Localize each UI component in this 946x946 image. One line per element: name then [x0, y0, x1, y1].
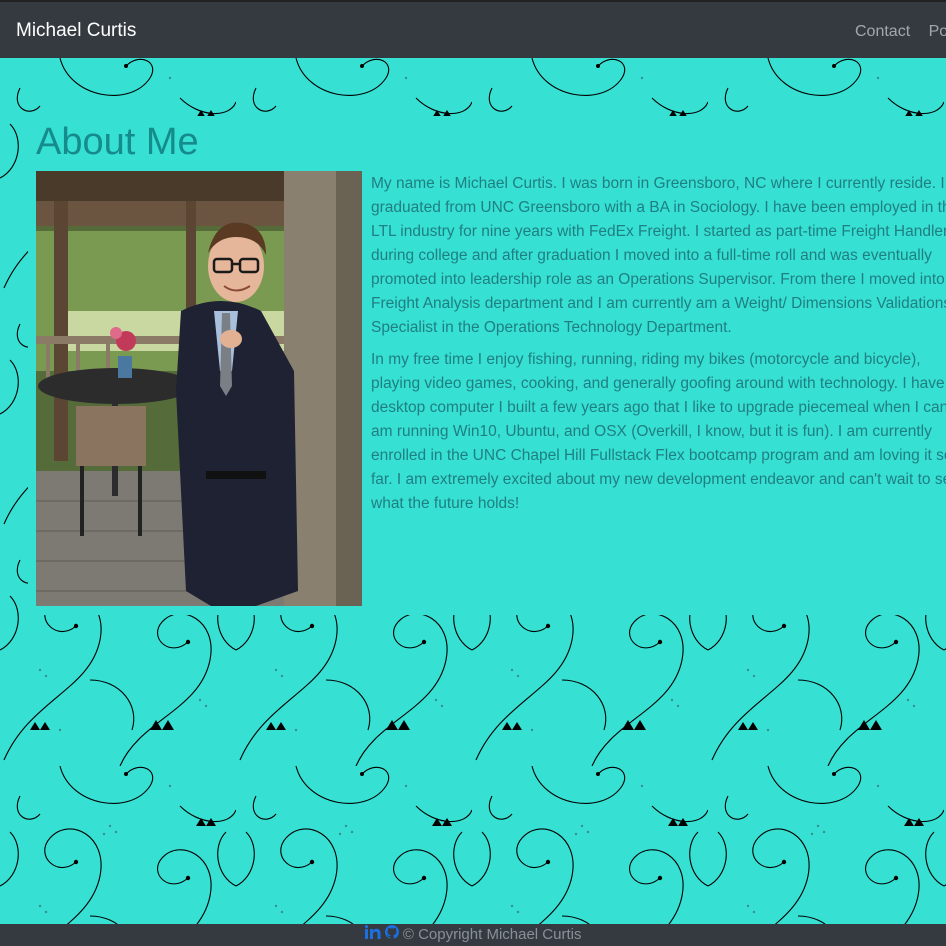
page-title: About Me: [36, 121, 199, 163]
page-footer: © Copyright Michael Curtis: [0, 924, 946, 946]
bio-paragraph-2: In my free time I enjoy fishing, running…: [371, 351, 946, 512]
nav-links: Contact Portfolio: [855, 22, 946, 42]
copyright-text: © Copyright Michael Curtis: [402, 926, 582, 943]
bio-paragraph-1: My name is Michael Curtis. I was born in…: [371, 175, 946, 336]
bio-text: My name is Michael Curtis. I was born in…: [371, 172, 946, 524]
nav-link-portfolio[interactable]: Portfolio: [929, 23, 946, 40]
top-navbar: Michael Curtis Contact Portfolio: [0, 0, 946, 58]
profile-photo: [36, 171, 362, 606]
github-icon[interactable]: [384, 924, 399, 946]
about-section: About Me My name is Michael Curtis. I wa…: [28, 116, 946, 615]
nav-link-contact[interactable]: Contact: [855, 23, 910, 40]
linkedin-icon[interactable]: [364, 924, 381, 946]
brand-name[interactable]: Michael Curtis: [16, 20, 136, 42]
